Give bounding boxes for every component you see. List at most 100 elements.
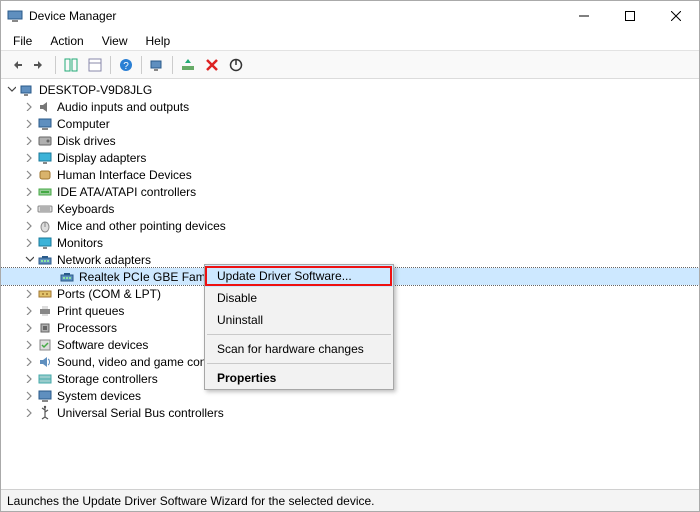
expand-icon[interactable] [23, 390, 35, 402]
uninstall-button[interactable] [201, 54, 223, 76]
disk-icon [37, 133, 53, 149]
tree-category-label: Disk drives [57, 134, 116, 148]
context-menu-item[interactable]: Update Driver Software... [205, 265, 393, 287]
context-menu-separator [207, 334, 391, 335]
context-menu-item[interactable]: Properties [205, 367, 393, 389]
printer-icon [37, 303, 53, 319]
expand-icon[interactable] [23, 203, 35, 215]
menu-help[interactable]: Help [138, 32, 179, 50]
port-icon [37, 286, 53, 302]
network-icon [37, 252, 53, 268]
mouse-icon [37, 218, 53, 234]
properties-button[interactable] [84, 54, 106, 76]
sound-icon [37, 354, 53, 370]
tree-category[interactable]: Disk drives [1, 132, 699, 149]
tree-category-label: Keyboards [57, 202, 114, 216]
storage-icon [37, 371, 53, 387]
expand-icon[interactable] [23, 407, 35, 419]
system-icon [37, 388, 53, 404]
tree-category-label: Display adapters [57, 151, 146, 165]
tree-category[interactable]: Display adapters [1, 149, 699, 166]
menubar: File Action View Help [1, 31, 699, 51]
tree-category-label: Software devices [57, 338, 148, 352]
tree-category[interactable]: Universal Serial Bus controllers [1, 404, 699, 421]
tree-category[interactable]: Audio inputs and outputs [1, 98, 699, 115]
audio-icon [37, 99, 53, 115]
expand-icon[interactable] [23, 135, 35, 147]
context-menu: Update Driver Software...DisableUninstal… [204, 264, 394, 390]
usb-icon [37, 405, 53, 421]
hid-icon [37, 167, 53, 183]
tree-category-label: Print queues [57, 304, 124, 318]
context-menu-item[interactable]: Uninstall [205, 309, 393, 331]
expand-icon[interactable] [5, 84, 17, 96]
status-text: Launches the Update Driver Software Wiza… [7, 494, 375, 508]
tree-category[interactable]: Keyboards [1, 200, 699, 217]
show-hide-tree-button[interactable] [60, 54, 82, 76]
tree-category-label: Monitors [57, 236, 103, 250]
svg-text:?: ? [123, 61, 129, 72]
tree-category[interactable]: Monitors [1, 234, 699, 251]
keyboard-icon [37, 201, 53, 217]
update-driver-button[interactable] [177, 54, 199, 76]
tree-category-label: Computer [57, 117, 110, 131]
expand-icon[interactable] [23, 186, 35, 198]
tree-root-label: DESKTOP-V9D8JLG [39, 83, 152, 97]
menu-view[interactable]: View [94, 32, 136, 50]
device-manager-window: Device Manager File Action View Help ? D… [0, 0, 700, 512]
tree-category-label: Network adapters [57, 253, 151, 267]
context-menu-item[interactable]: Scan for hardware changes [205, 338, 393, 360]
tree-category-label: Storage controllers [57, 372, 158, 386]
nav-fwd-button[interactable] [29, 54, 51, 76]
context-menu-item[interactable]: Disable [205, 287, 393, 309]
expand-icon[interactable] [23, 220, 35, 232]
display-icon [37, 150, 53, 166]
tree-category[interactable]: Computer [1, 115, 699, 132]
cpu-icon [37, 320, 53, 336]
collapse-icon[interactable] [23, 254, 35, 266]
software-icon [37, 337, 53, 353]
tree-root[interactable]: DESKTOP-V9D8JLG [1, 81, 699, 98]
menu-file[interactable]: File [5, 32, 40, 50]
toolbar: ? [1, 51, 699, 79]
statusbar: Launches the Update Driver Software Wiza… [1, 489, 699, 511]
expand-icon[interactable] [23, 237, 35, 249]
computer-icon [37, 116, 53, 132]
maximize-button[interactable] [607, 1, 653, 31]
close-button[interactable] [653, 1, 699, 31]
tree-category[interactable]: Human Interface Devices [1, 166, 699, 183]
tree-category-label: Mice and other pointing devices [57, 219, 226, 233]
expand-icon[interactable] [23, 305, 35, 317]
tree-category-label: IDE ATA/ATAPI controllers [57, 185, 196, 199]
expand-icon[interactable] [23, 288, 35, 300]
window-title: Device Manager [29, 9, 116, 23]
tree-category-label: Universal Serial Bus controllers [57, 406, 224, 420]
ide-icon [37, 184, 53, 200]
help-button[interactable]: ? [115, 54, 137, 76]
expand-icon[interactable] [23, 373, 35, 385]
expand-icon[interactable] [23, 339, 35, 351]
tree-category-label: System devices [57, 389, 141, 403]
disable-button[interactable] [225, 54, 247, 76]
tree-category[interactable]: IDE ATA/ATAPI controllers [1, 183, 699, 200]
context-menu-separator [207, 363, 391, 364]
expand-icon[interactable] [23, 101, 35, 113]
expand-icon[interactable] [23, 152, 35, 164]
tree-category-label: Ports (COM & LPT) [57, 287, 161, 301]
nav-back-button[interactable] [5, 54, 27, 76]
minimize-button[interactable] [561, 1, 607, 31]
computer-icon [19, 82, 35, 98]
titlebar: Device Manager [1, 1, 699, 31]
network-icon [59, 269, 75, 285]
expand-icon[interactable] [23, 322, 35, 334]
scan-button[interactable] [146, 54, 168, 76]
tree-category-label: Human Interface Devices [57, 168, 192, 182]
expand-icon[interactable] [23, 118, 35, 130]
tree-category-label: Processors [57, 321, 117, 335]
expand-icon[interactable] [23, 169, 35, 181]
expand-icon[interactable] [23, 356, 35, 368]
tree-category-label: Audio inputs and outputs [57, 100, 189, 114]
menu-action[interactable]: Action [42, 32, 91, 50]
window-controls [561, 1, 699, 31]
tree-category[interactable]: Mice and other pointing devices [1, 217, 699, 234]
